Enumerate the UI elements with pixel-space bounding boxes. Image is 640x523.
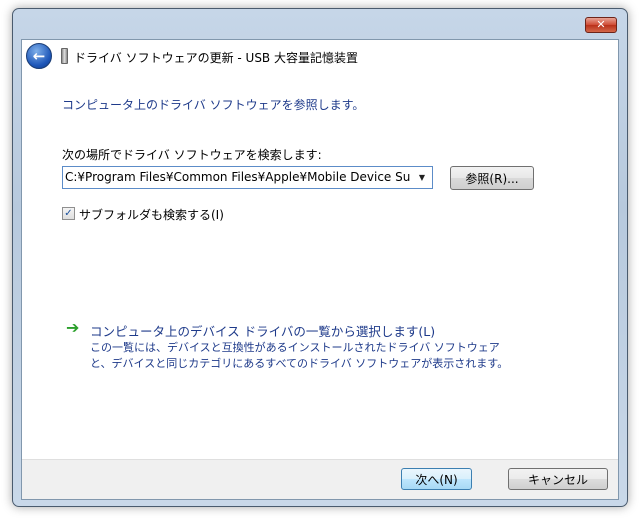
cancel-button[interactable]: キャンセル [508, 468, 608, 490]
include-subfolders-label[interactable]: サブフォルダも検索する(I) [79, 206, 224, 223]
description-line-1: この一覧には、デバイスと互換性があるインストールされたドライバ ソフトウェア [90, 341, 500, 354]
close-button[interactable]: ✕ [585, 17, 617, 33]
window-title: ドライバ ソフトウェアの更新 - USB 大容量記憶装置 [74, 51, 358, 65]
page-heading: コンピュータ上のドライバ ソフトウェアを参照します。 [62, 98, 365, 112]
back-arrow-icon: ← [32, 47, 46, 65]
browse-button[interactable]: 参照(R)... [450, 166, 534, 190]
dialog-header: ← ドライバ ソフトウェアの更新 - USB 大容量記憶装置 [22, 40, 618, 74]
dialog-client-area: ← ドライバ ソフトウェアの更新 - USB 大容量記憶装置 コンピュータ上のド… [21, 39, 619, 500]
search-location-label: 次の場所でドライバ ソフトウェアを検索します: [62, 148, 322, 162]
dialog-footer: 次へ(N) キャンセル [22, 459, 618, 499]
next-button[interactable]: 次へ(N) [401, 468, 472, 490]
chevron-down-icon[interactable]: ▼ [415, 171, 429, 185]
dialog-window: ✕ ← ドライバ ソフトウェアの更新 - USB 大容量記憶装置 コンピュータ上… [12, 8, 628, 507]
close-icon: ✕ [596, 18, 606, 31]
pick-from-list-link[interactable]: コンピュータ上のデバイス ドライバの一覧から選択します(L) [90, 321, 435, 340]
include-subfolders-checkbox[interactable]: ✓ [62, 207, 75, 220]
search-path-combobox[interactable]: C:¥Program Files¥Common Files¥Apple¥Mobi… [62, 166, 433, 189]
description-line-2: と、デバイスと同じカテゴリにあるすべてのドライバ ソフトウェアが表示されます。 [90, 357, 509, 370]
back-button[interactable]: ← [26, 43, 52, 69]
search-path-input[interactable]: C:¥Program Files¥Common Files¥Apple¥Mobi… [65, 170, 410, 184]
pick-from-list-description: この一覧には、デバイスと互換性があるインストールされたドライバ ソフトウェア と… [90, 340, 560, 372]
green-arrow-icon: ➔ [66, 318, 80, 337]
checkmark-icon: ✓ [64, 208, 73, 219]
usb-drive-icon [61, 48, 68, 64]
